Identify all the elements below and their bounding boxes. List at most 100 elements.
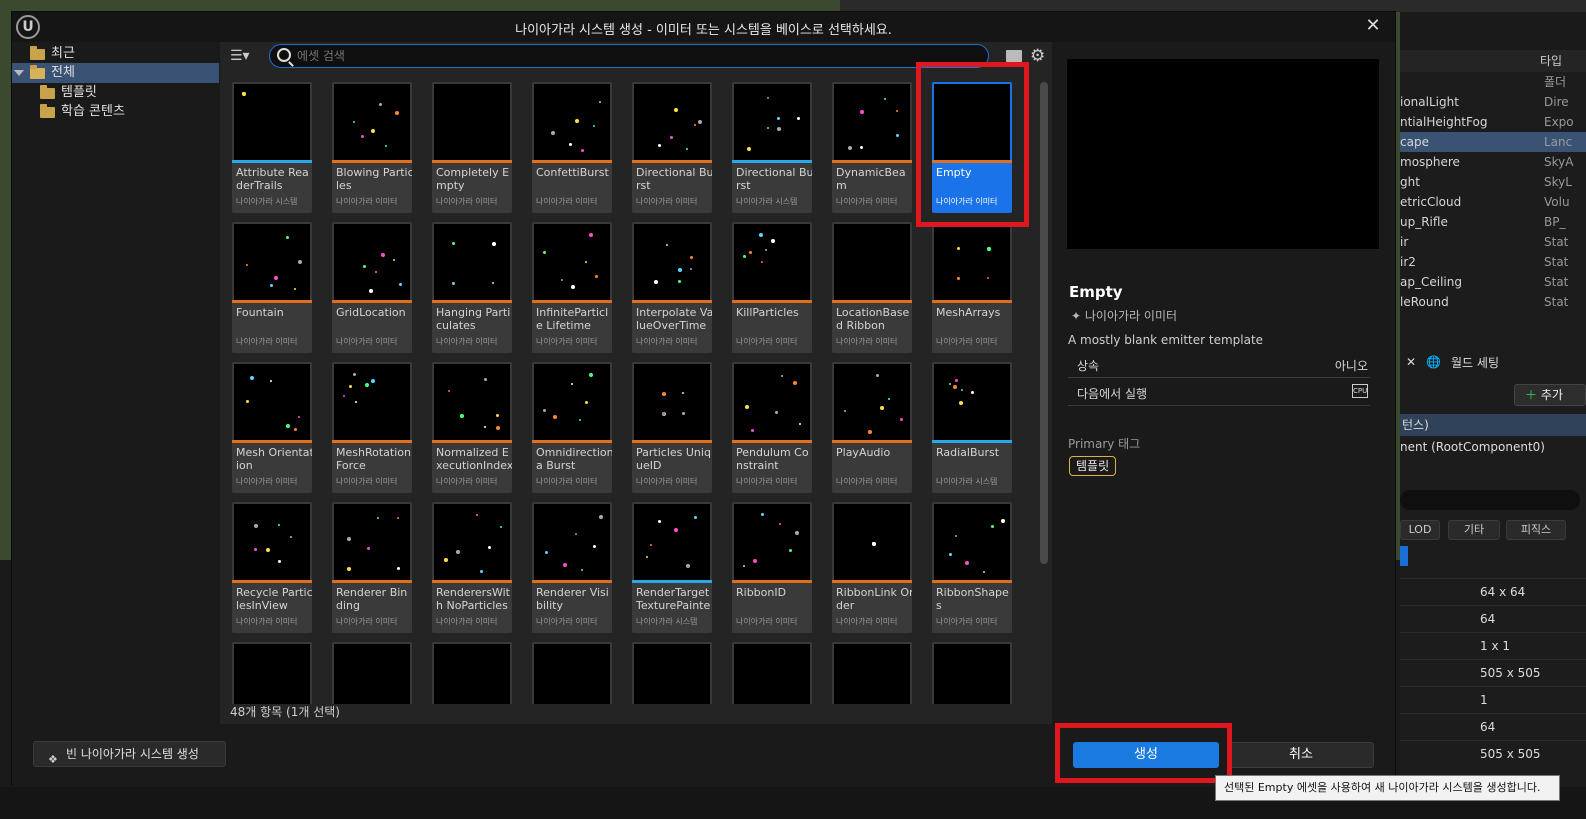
tab-world-settings[interactable]: 월드 세팅 [1451, 354, 1499, 371]
asset-tile[interactable]: Interpolate ValueOverTime 나이아가라 이미터 [632, 222, 712, 353]
outliner-row[interactable]: ap_Ceiling Stat [1400, 272, 1586, 292]
root-component-row[interactable]: nent (RootComponent0) [1400, 440, 1545, 454]
asset-tile-type: 나이아가라 이미터 [936, 617, 998, 626]
close-button[interactable]: ✕ [1363, 14, 1383, 38]
template-tag[interactable]: 템플릿 [1069, 456, 1117, 476]
asset-tile[interactable]: RadialBurst 나이아가라 시스템 [932, 362, 1012, 493]
particle-dot [959, 401, 963, 405]
tree-item-recent[interactable]: 최근 [30, 44, 75, 64]
create-button[interactable]: 생성 [1073, 742, 1219, 768]
property-row: 64 [1400, 605, 1586, 631]
tree-item-label: 최근 [51, 46, 75, 61]
filter-icon[interactable]: ☰▾ [230, 48, 260, 66]
particle-dot [371, 379, 375, 383]
outliner-row[interactable]: ir2 Stat [1400, 252, 1586, 272]
tab-close-icon[interactable]: ✕ [1406, 355, 1416, 369]
asset-tile[interactable] [232, 642, 312, 704]
tree-item-templates[interactable]: 템플릿 [40, 83, 97, 103]
property-row: 64 [1400, 713, 1586, 739]
asset-tile[interactable]: Blowing Particles 나이아가라 이미터 [332, 82, 412, 213]
particle-dot [599, 101, 601, 103]
asset-tile[interactable]: Fountain 나이아가라 이미터 [232, 222, 312, 353]
asset-tile[interactable]: Empty 나이아가라 이미터 [932, 82, 1012, 213]
asset-tile[interactable]: LocationBased Ribbon 나이아가라 이미터 [832, 222, 912, 353]
asset-tile[interactable]: Recycle ParticlesInView 나이아가라 이미터 [232, 502, 312, 633]
asset-tile[interactable]: RibbonID 나이아가라 이미터 [732, 502, 812, 633]
asset-tile[interactable]: DynamicBeam 나이아가라 이미터 [832, 82, 912, 213]
asset-tile[interactable]: InfiniteParticle Lifetime 나이아가라 이미터 [532, 222, 612, 353]
asset-tile[interactable]: Completely Empty 나이아가라 이미터 [432, 82, 512, 213]
particle-dot [361, 135, 364, 138]
dialog-title: 나이아가라 시스템 생성 - 이미터 또는 시스템을 베이스로 선택하세요. [515, 23, 892, 38]
asset-tile[interactable]: Renderer Visibility 나이아가라 이미터 [532, 502, 612, 633]
asset-tile-name: Attribute ReaderTrails [236, 166, 309, 192]
asset-thumbnail [534, 224, 610, 300]
filter-misc-button[interactable]: 기타 [1448, 520, 1500, 540]
tree-item-all[interactable]: 전체 [12, 63, 219, 83]
tree-item-learning-content[interactable]: 학습 콘텐츠 [40, 102, 125, 122]
asset-tile[interactable]: RenderersWith NoParticles 나이아가라 이미터 [432, 502, 512, 633]
asset-tile[interactable] [432, 642, 512, 704]
asset-tile[interactable]: ConfettiBurst 나이아가라 이미터 [532, 82, 612, 213]
outliner-row[interactable]: etricCloud Volu [1400, 192, 1586, 212]
expand-arrow-icon[interactable] [14, 70, 24, 76]
folder-view-icon[interactable] [1006, 50, 1022, 62]
outliner-row[interactable]: ntialHeightFog Expo [1400, 112, 1586, 132]
particle-dot [448, 390, 450, 392]
asset-tile[interactable]: Normalized ExecutionIndex 나이아가라 이미터 [432, 362, 512, 493]
asset-tile[interactable] [932, 642, 1012, 704]
asset-tile[interactable]: Particles UniqueID 나이아가라 이미터 [632, 362, 712, 493]
asset-tile[interactable]: RibbonLink Order 나이아가라 이미터 [832, 502, 912, 633]
particle-dot [771, 239, 775, 243]
add-component-button[interactable]: ＋ 추가 [1514, 384, 1586, 406]
particle-dot [347, 537, 351, 541]
outliner-row[interactable]: ght SkyL [1400, 172, 1586, 192]
asset-tile[interactable]: RenderTarget TexturePainter 나이아가라 시스템 [632, 502, 712, 633]
asset-thumbnail [734, 224, 810, 300]
asset-tile[interactable] [632, 642, 712, 704]
asset-thumbnail [934, 364, 1010, 440]
asset-tile-type: 나이아가라 이미터 [736, 477, 798, 486]
create-empty-system-button[interactable]: ❖ 빈 나이아가라 시스템 생성 [33, 741, 226, 767]
outliner-row[interactable]: up_Rifle BP_ [1400, 212, 1586, 232]
outliner-row[interactable]: ir Stat [1400, 232, 1586, 252]
outliner-row[interactable]: ionalLight Dire [1400, 92, 1586, 112]
particle-dot [965, 561, 969, 565]
cancel-button[interactable]: 취소 [1228, 742, 1374, 768]
outliner-item-type: 폴더 [1544, 75, 1567, 89]
filter-physics-button[interactable]: 피직스 [1506, 520, 1566, 540]
asset-tile[interactable]: MeshArrays 나이아가라 이미터 [932, 222, 1012, 353]
outliner-row[interactable]: 폴더 [1400, 72, 1586, 92]
asset-tile-type: 나이아가라 이미터 [836, 617, 898, 626]
asset-thumbnail [334, 84, 410, 160]
asset-tile[interactable]: RibbonShapes 나이아가라 이미터 [932, 502, 1012, 633]
particle-dot [381, 253, 385, 257]
particle-dot [872, 542, 876, 546]
filter-lod-button[interactable]: LOD [1400, 520, 1440, 540]
outliner-row[interactable]: cape Lanc [1400, 132, 1586, 152]
asset-tile[interactable]: MeshRotation Force 나이아가라 이미터 [332, 362, 412, 493]
asset-tile[interactable]: KillParticles 나이아가라 이미터 [732, 222, 812, 353]
asset-tile[interactable] [732, 642, 812, 704]
asset-tile[interactable]: GridLocation 나이아가라 이미터 [332, 222, 412, 353]
asset-tile[interactable]: Pendulum Constraint 나이아가라 이미터 [732, 362, 812, 493]
outliner-row[interactable]: mosphere SkyA [1400, 152, 1586, 172]
asset-tile[interactable] [332, 642, 412, 704]
asset-tile[interactable]: Mesh Orientation 나이아가라 이미터 [232, 362, 312, 493]
asset-tile[interactable]: Directional Burst 나이아가라 시스템 [732, 82, 812, 213]
asset-tile[interactable]: Directional Burst 나이아가라 이미터 [632, 82, 712, 213]
asset-tile[interactable]: Attribute ReaderTrails 나이아가라 시스템 [232, 82, 312, 213]
asset-tile[interactable] [832, 642, 912, 704]
asset-tile[interactable]: Renderer Binding 나이아가라 이미터 [332, 502, 412, 633]
asset-tile[interactable] [532, 642, 612, 704]
scrollbar[interactable] [1040, 82, 1048, 564]
outliner-row[interactable]: leRound Stat [1400, 292, 1586, 312]
asset-tile[interactable]: PlayAudio 나이아가라 이미터 [832, 362, 912, 493]
particle-dot [355, 401, 357, 403]
asset-tile[interactable]: Omnidirectiona Burst 나이아가라 이미터 [532, 362, 612, 493]
details-search-input[interactable] [1400, 490, 1580, 510]
settings-gear-icon[interactable]: ⚙ [1030, 46, 1045, 66]
particle-dot [678, 280, 681, 283]
asset-tile[interactable]: Hanging Particulates 나이아가라 이미터 [432, 222, 512, 353]
search-input[interactable] [297, 47, 977, 65]
